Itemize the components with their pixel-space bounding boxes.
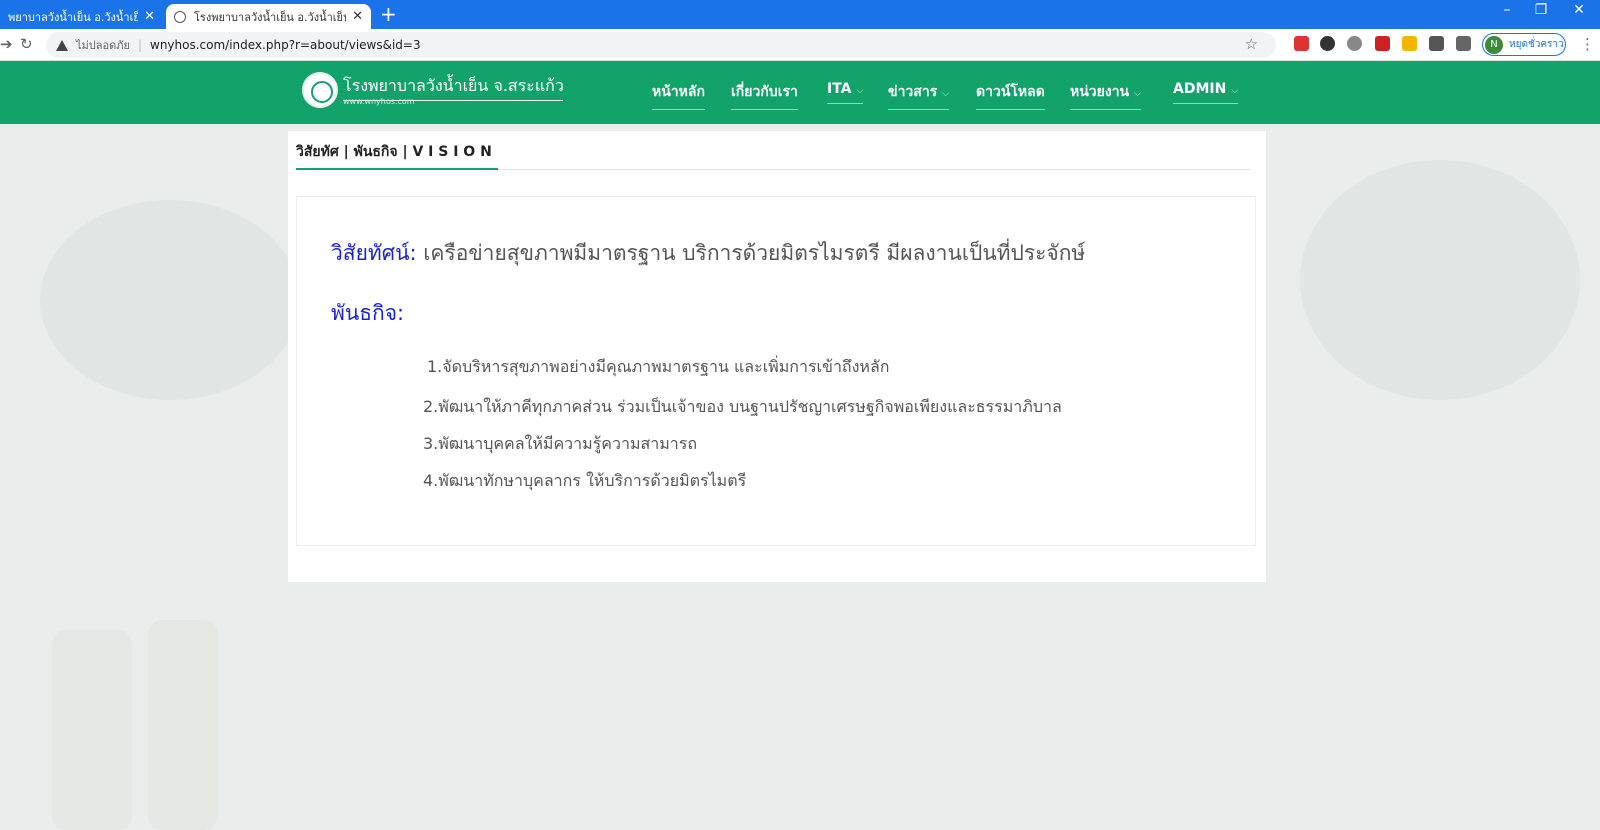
mission-item: 4.พัฒนาทักษาบุคลากร ให้บริการด้วยมิตรไมต… [423, 471, 747, 490]
security-status[interactable]: ไม่ปลอดภัย [76, 36, 130, 54]
nav-item-home[interactable]: หน้าหลัก [652, 81, 705, 110]
nav-label: ข่าวสาร [888, 84, 938, 100]
vision-text: เครือข่ายสุขภาพมีมาตรฐาน บริการด้วยมิตรไ… [416, 241, 1086, 265]
bookmark-star-icon[interactable]: ☆ [1245, 35, 1258, 53]
globe-icon [174, 10, 186, 23]
close-tab-icon[interactable]: ✕ [144, 9, 155, 24]
nav-label: ADMIN [1173, 81, 1227, 97]
warning-icon [56, 39, 68, 51]
nav-item-about[interactable]: เกี่ยวกับเรา [731, 81, 798, 110]
profile-label: หยุดชั่วคราว [1509, 39, 1564, 50]
tab-title: โรงพยาบาลวังน้ำเย็น อ.วังน้ำเย็น จ.สระแ [194, 10, 347, 24]
close-tab-icon[interactable]: ✕ [352, 9, 363, 24]
new-tab-button[interactable]: + [380, 3, 397, 25]
browser-tab-bar: พยาบาลวังน้ำเย็น อ.วังน้ำเย็น จ.สระแ ✕ โ… [0, 0, 1600, 29]
extension-download-icon[interactable] [1320, 36, 1335, 51]
browser-toolbar: ➔ ↻ ไม่ปลอดภัย | wnyhos.com/index.php?r=… [0, 29, 1600, 61]
nav-label: เกี่ยวกับเรา [731, 84, 798, 100]
extensions-puzzle-icon[interactable] [1429, 36, 1444, 51]
site-brand-url: www.wnyhos.com [343, 97, 415, 106]
nav-label: ดาวน์โหลด [976, 84, 1045, 100]
url-text[interactable]: wnyhos.com/index.php?r=about/views&id=3 [150, 38, 421, 52]
mission-item: 1.จัดบริหารสุขภาพอย่างมีคุณภาพมาตรฐาน แล… [427, 357, 890, 376]
vision-mission-box: วิสัยทัศน์: เครือข่ายสุขภาพมีมาตรฐาน บริ… [296, 196, 1256, 546]
menu-kebab-icon[interactable]: ⋮ [1580, 35, 1595, 53]
browser-tab[interactable]: พยาบาลวังน้ำเย็น อ.วังน้ำเย็น จ.สระแ ✕ [0, 4, 163, 29]
forward-arrow-icon[interactable]: ➔ [0, 35, 13, 53]
vision-label: วิสัยทัศน์: [331, 241, 417, 265]
nav-label: หน้าหลัก [652, 84, 705, 100]
mission-item: 2.พัฒนาให้ภาคีทุกภาคส่วน ร่วมเป็นเจ้าของ… [423, 397, 1062, 416]
nav-label: ITA [827, 81, 852, 97]
nav-item-news[interactable]: ข่าวสาร ⌵ [888, 81, 950, 110]
chevron-down-icon: ⌵ [856, 86, 864, 96]
address-bar[interactable]: ไม่ปลอดภัย | wnyhos.com/index.php?r=abou… [46, 32, 1276, 58]
profile-button[interactable]: N หยุดชั่วคราว [1482, 33, 1566, 56]
hospital-logo[interactable] [302, 72, 338, 108]
browser-tab-active[interactable]: โรงพยาบาลวังน้ำเย็น อ.วังน้ำเย็น จ.สระแ … [166, 4, 371, 29]
chevron-down-icon: ⌵ [1134, 89, 1141, 99]
restore-button[interactable]: ❐ [1526, 2, 1556, 18]
extension-circle-icon[interactable] [1347, 36, 1362, 51]
nav-item-admin[interactable]: ADMIN ⌵ [1173, 81, 1239, 104]
extension-record-icon[interactable] [1294, 36, 1309, 51]
nurse-illustration [148, 620, 218, 830]
background-decor [1300, 160, 1580, 400]
page-title: วิสัยทัศ | พันธกิจ | V I S I O N [296, 144, 492, 160]
reload-icon[interactable]: ↻ [20, 35, 33, 53]
content-card: วิสัยทัศ | พันธกิจ | V I S I O N วิสัยทั… [288, 131, 1266, 582]
nav-item-departments[interactable]: หน่วยงาน ⌵ [1070, 81, 1141, 110]
tab-title: พยาบาลวังน้ำเย็น อ.วังน้ำเย็น จ.สระแ [8, 10, 139, 24]
title-accent-underline [296, 168, 498, 170]
site-header: โรงพยาบาลวังน้ำเย็น จ.สระแก้ว www.wnyhos… [0, 61, 1600, 124]
nav-item-download[interactable]: ดาวน์โหลด [976, 81, 1045, 110]
minimize-button[interactable]: – [1492, 2, 1522, 18]
mission-label: พันธกิจ: [331, 301, 405, 325]
extension-folder-icon[interactable] [1402, 36, 1417, 51]
reading-list-icon[interactable] [1456, 36, 1471, 51]
chevron-down-icon: ⌵ [1231, 86, 1239, 96]
separator: | [137, 38, 142, 52]
nav-label: หน่วยงาน [1070, 84, 1130, 100]
avatar: N [1485, 35, 1503, 54]
chevron-down-icon: ⌵ [942, 89, 950, 99]
mission-item: 3.พัฒนาบุคคลให้มีความรู้ความสามารถ [423, 434, 698, 453]
close-window-button[interactable]: ✕ [1564, 2, 1594, 18]
extension-pdf-icon[interactable] [1375, 36, 1390, 51]
background-decor [40, 200, 300, 400]
doctor-illustration [52, 630, 132, 830]
nav-item-ita[interactable]: ITA ⌵ [827, 81, 864, 104]
vision-statement: วิสัยทัศน์: เครือข่ายสุขภาพมีมาตรฐาน บริ… [331, 237, 1085, 270]
